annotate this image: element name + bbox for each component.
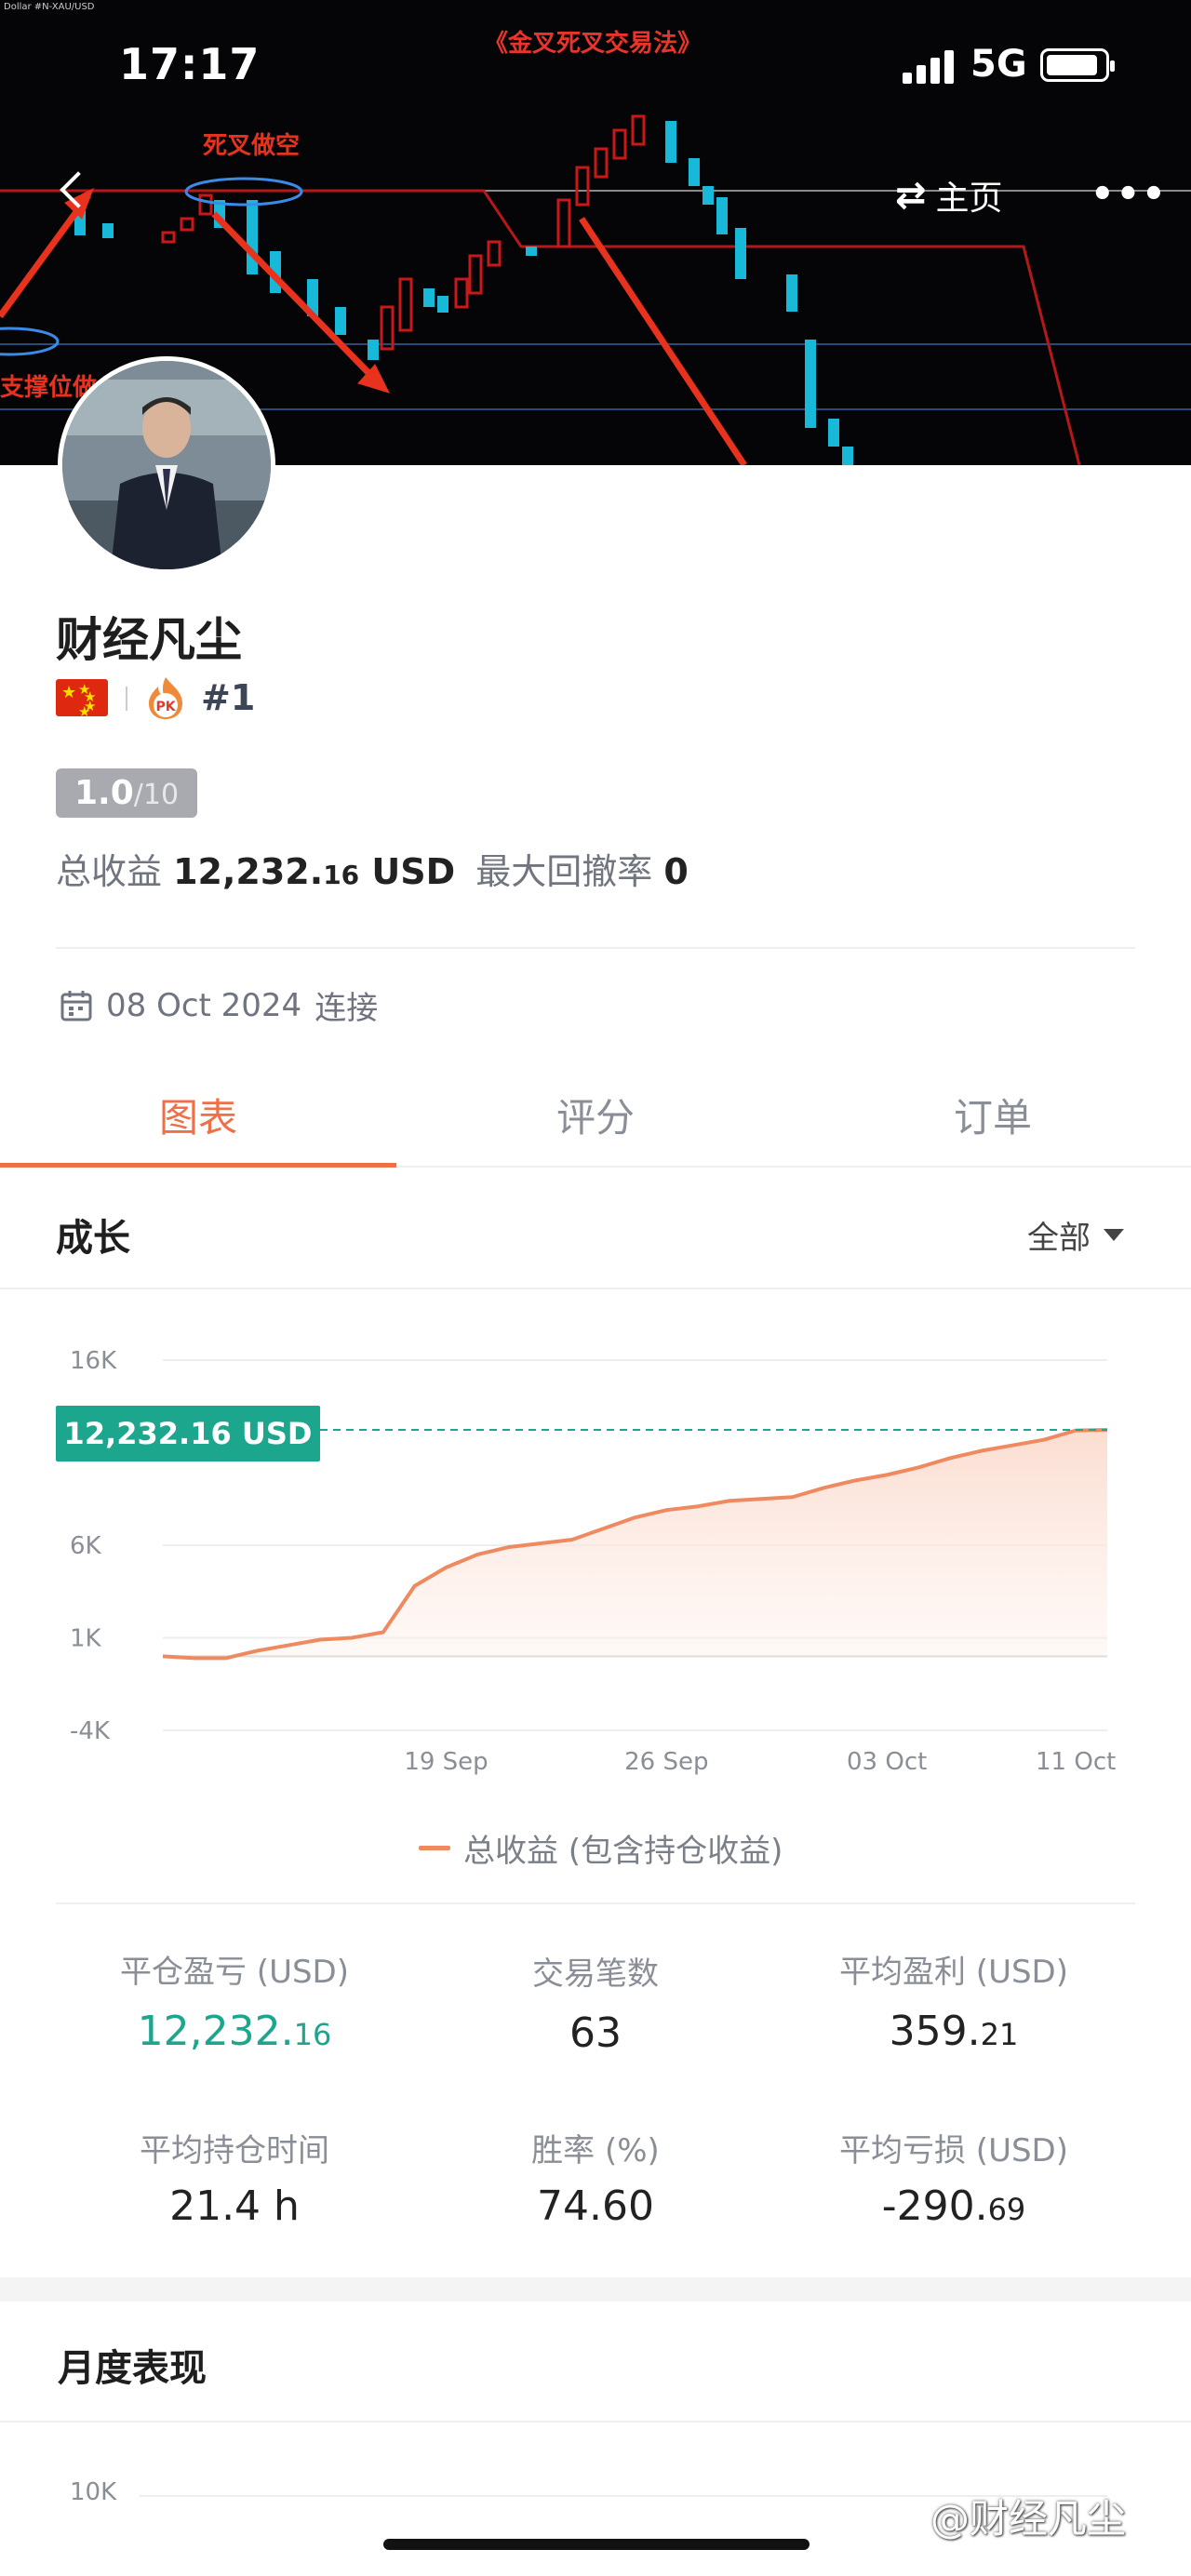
y-tick-label: 16K [70, 1347, 117, 1375]
divider [56, 1902, 1135, 1904]
growth-title: 成长 [56, 1217, 130, 1260]
avg-profit-label: 平均盈利 (USD) [839, 1954, 1068, 1991]
battery-icon [1040, 48, 1115, 82]
avg-hold-time-label: 平均持仓时间 [140, 2132, 329, 2169]
china-flag-icon: ★ ★ ★ ★ ★ [56, 679, 108, 720]
score-value: 1.0 [74, 774, 134, 812]
divider [0, 1288, 1191, 1289]
network-type: 5G [970, 43, 1027, 86]
x-tick-label: 11 Oct [1036, 1748, 1116, 1776]
home-button[interactable]: ⇄ 主页 [895, 171, 1003, 220]
closed-pnl-value: 12,232.16 [137, 2008, 332, 2055]
divider [126, 687, 127, 711]
legend-swatch [419, 1846, 450, 1850]
tab-chart[interactable]: 图表 [0, 1087, 396, 1143]
monthly-performance-title: 月度表现 [58, 2347, 207, 2390]
svg-text:PK: PK [155, 700, 176, 714]
monthly-y-tick: 10K [70, 2478, 117, 2506]
trade-count-value: 63 [569, 2009, 622, 2057]
profit-row: 总收益 12,232.16 USD 最大回撤率 0 [56, 843, 689, 894]
win-rate-label: 胜率 (%) [531, 2132, 660, 2169]
pk-flame-icon: PK [145, 675, 186, 720]
profile-name: 财经凡尘 [56, 613, 242, 667]
avg-loss-value: -290.69 [881, 2182, 1026, 2230]
tab-rating[interactable]: 评分 [397, 1087, 794, 1143]
max-drawdown-value: 0 [663, 851, 689, 892]
x-tick-label: 19 Sep [404, 1748, 488, 1776]
connect-label: 连接 [314, 990, 379, 1027]
calendar-icon [60, 990, 92, 1021]
home-label: 主页 [935, 180, 1003, 218]
active-tab-indicator [0, 1163, 396, 1168]
status-time: 17:17 [119, 39, 261, 89]
back-button[interactable] [54, 167, 91, 214]
trade-count-label: 交易笔数 [532, 1955, 659, 1993]
win-rate-value: 74.60 [537, 2182, 654, 2230]
connect-date: 08 Oct 2024 [106, 986, 302, 1024]
score-badge: 1.0/10 [56, 768, 198, 818]
y-tick-label: -4K [70, 1717, 111, 1745]
growth-chart: 16K 6K 1K -4K 19 Sep 26 Sep 03 Oct 11 Oct [70, 1347, 1116, 1776]
avg-profit-value: 359.21 [889, 2008, 1019, 2055]
avg-hold-time-value: 21.4 h [169, 2182, 300, 2230]
x-tick-label: 26 Sep [624, 1748, 708, 1776]
range-filter-dropdown[interactable]: 全部 [1027, 1212, 1124, 1258]
x-tick-label: 03 Oct [847, 1748, 927, 1776]
total-profit-unit: USD [371, 851, 456, 892]
divider [56, 947, 1135, 949]
banner-label-dead-cross: 死叉做空 [203, 131, 300, 160]
home-indicator[interactable] [383, 2539, 810, 2550]
dropdown-arrow-icon [1104, 1229, 1124, 1241]
rank-value: #1 [201, 677, 256, 718]
banner-title: 《金叉死叉交易法》 [484, 30, 703, 58]
total-profit-label: 总收益 [56, 851, 163, 892]
score-max: /10 [133, 779, 180, 811]
range-filter-label: 全部 [1027, 1220, 1091, 1257]
swap-arrows-icon: ⇄ [895, 174, 927, 217]
closed-pnl-label: 平仓盈亏 (USD) [120, 1954, 349, 1991]
divider [0, 2421, 1191, 2423]
section-gap [0, 2277, 1191, 2302]
connect-date-row: 08 Oct 2024 连接 [60, 982, 378, 1028]
current-value-tag: 12,232.16 USD [56, 1406, 320, 1462]
max-drawdown-label: 最大回撤率 [475, 851, 653, 892]
more-options-button[interactable]: ••• [1091, 173, 1168, 216]
signal-icon [903, 48, 957, 84]
total-profit-decimals: 16 [323, 860, 360, 890]
chart-legend: 总收益 (包含持仓收益) [419, 1825, 783, 1871]
y-tick-label: 6K [70, 1532, 102, 1560]
total-profit-value: 12,232. [173, 851, 324, 892]
banner-tiny-text: Dollar #N-XAU/USD [4, 2, 95, 12]
legend-label: 总收益 (包含持仓收益) [463, 1833, 783, 1870]
tab-orders[interactable]: 订单 [795, 1087, 1191, 1143]
divider [396, 1166, 1191, 1168]
series-area [163, 1429, 1107, 1659]
y-tick-label: 1K [70, 1625, 102, 1653]
watermark: @财经凡尘 [930, 2496, 1127, 2542]
avatar-photo [62, 361, 271, 569]
avatar[interactable] [58, 356, 275, 574]
avg-loss-label: 平均亏损 (USD) [839, 2132, 1068, 2169]
